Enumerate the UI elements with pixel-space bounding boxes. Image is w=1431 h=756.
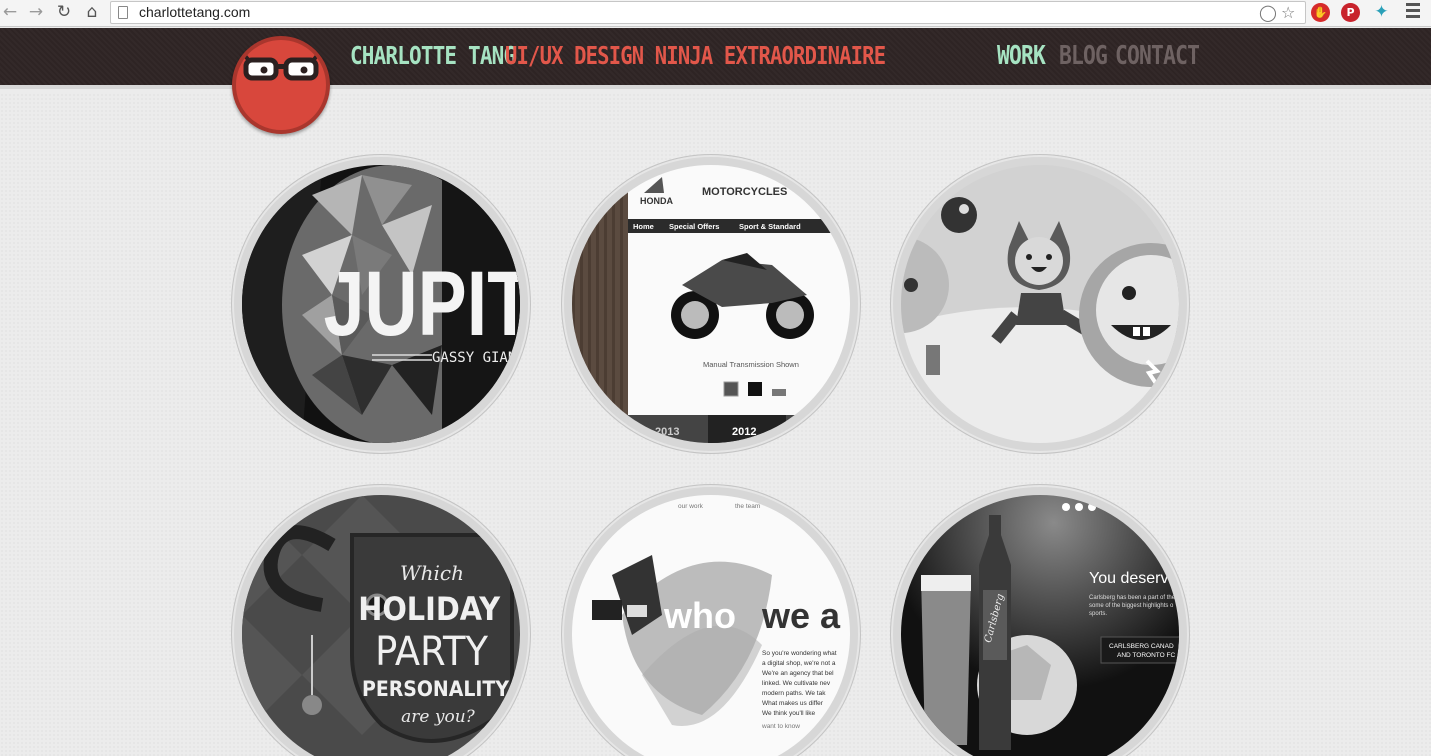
- who-nav-team: the team: [735, 503, 760, 510]
- nav-work[interactable]: WORK: [997, 41, 1046, 71]
- who-nav-work: our work: [678, 503, 704, 510]
- menu-icon[interactable]: [1406, 3, 1420, 19]
- honda-nav-home: Home: [633, 222, 654, 231]
- adblock-icon[interactable]: ✋: [1311, 3, 1330, 22]
- carlsberg-button-1: CARLSBERG CANAD: [1109, 643, 1174, 650]
- who-copy-7: We think you'll like: [762, 710, 816, 717]
- who-copy-8: want to know: [761, 723, 800, 730]
- glasses-icon: [238, 48, 324, 81]
- portfolio-item-holiday-party[interactable]: Which HOLIDAY PARTY PERSONALITY are you?: [231, 484, 531, 756]
- reload-icon[interactable]: ↻: [54, 2, 74, 22]
- carlsberg-copy-1: Carlsberg has been a part of the: [1089, 595, 1176, 601]
- who-copy-2: a digital shop, we're not a: [762, 660, 836, 667]
- portfolio-item-jupiter[interactable]: JUPIT GASSY GIANTS: [231, 154, 531, 454]
- honda-year-2013: 2013: [655, 426, 679, 438]
- star-icon[interactable]: ☆: [1281, 3, 1295, 22]
- who-copy-1: So you're wondering what: [762, 650, 837, 657]
- holiday-holiday: HOLIDAY: [358, 592, 501, 629]
- site-header: CHARLOTTE TANG UI/UX DESIGN NINJA EXTRAO…: [0, 28, 1431, 134]
- honda-logo-text: HONDA: [640, 196, 673, 206]
- brand-name: CHARLOTTE TANG: [350, 41, 516, 70]
- who-title-who: who: [663, 595, 736, 636]
- page-icon: [118, 6, 128, 19]
- honda-year-2012: 2012: [732, 426, 756, 438]
- holiday-personality: PERSONALITY: [362, 676, 510, 701]
- holiday-are-you: are you?: [401, 707, 476, 727]
- jupiter-thumbnail: JUPIT GASSY GIANTS: [242, 165, 520, 443]
- characters-thumbnail: [901, 165, 1179, 443]
- address-bar[interactable]: charlottetang.com ◯ ☆: [110, 1, 1306, 24]
- carlsberg-button-2: AND TORONTO FC: [1117, 652, 1175, 659]
- nav-blog[interactable]: BLOG: [1059, 41, 1108, 71]
- carlsberg-thumbnail: Carlsberg You deserve Carlsberg has been…: [901, 495, 1179, 756]
- logo[interactable]: [232, 36, 330, 134]
- holiday-party-thumbnail: Which HOLIDAY PARTY PERSONALITY are you?: [242, 495, 520, 756]
- honda-thumbnail: HONDA MOTORCYCLES Home Special Offers Sp…: [572, 165, 850, 443]
- honda-motorcycles: MOTORCYCLES: [702, 186, 787, 198]
- who-copy-6: What makes us differ: [762, 700, 824, 707]
- browser-toolbar: ← → ↻ ⌂ charlottetang.com ◯ ☆ ✋ P ✦: [0, 0, 1431, 27]
- extension-icon[interactable]: ✦: [1372, 3, 1391, 22]
- pinterest-icon[interactable]: P: [1341, 3, 1360, 22]
- who-title-we: we a: [761, 595, 841, 636]
- nav-contact[interactable]: CONTACT: [1115, 41, 1200, 71]
- portfolio-item-honda[interactable]: HONDA MOTORCYCLES Home Special Offers Sp…: [561, 154, 861, 454]
- portfolio-grid: JUPIT GASSY GIANTS HONDA MOTORCYCLES Hom…: [0, 93, 1431, 756]
- honda-nav-offers: Special Offers: [669, 222, 719, 231]
- back-icon[interactable]: ←: [0, 2, 20, 22]
- carlsberg-headline: You deserve: [1089, 570, 1177, 587]
- portfolio-item-carlsberg[interactable]: Carlsberg You deserve Carlsberg has been…: [890, 484, 1190, 756]
- portfolio-item-who-we-are[interactable]: our work the team who we a So you're won…: [561, 484, 861, 756]
- brand-tagline: UI/UX DESIGN NINJA EXTRAORDINAIRE: [505, 41, 886, 70]
- shield-icon[interactable]: ◯: [1259, 3, 1277, 22]
- jupiter-title: JUPIT: [324, 252, 520, 355]
- url-text[interactable]: charlottetang.com: [139, 4, 250, 20]
- honda-caption: Manual Transmission Shown: [703, 360, 799, 369]
- who-copy-4: linked. We cultivate nev: [762, 680, 831, 687]
- forward-icon[interactable]: →: [26, 2, 46, 22]
- jupiter-subtitle: GASSY GIANTS: [432, 350, 520, 366]
- carlsberg-copy-2: some of the biggest highlights o: [1089, 603, 1174, 609]
- holiday-which: Which: [400, 561, 464, 585]
- carlsberg-copy-3: sports.: [1089, 611, 1107, 617]
- home-icon[interactable]: ⌂: [82, 2, 102, 22]
- who-copy-3: We're an agency that bel: [762, 670, 834, 677]
- who-we-are-thumbnail: our work the team who we a So you're won…: [572, 495, 850, 756]
- honda-nav-sport: Sport & Standard: [739, 222, 801, 231]
- portfolio-item-characters[interactable]: [890, 154, 1190, 454]
- who-copy-5: modern paths. We tak: [762, 690, 826, 697]
- holiday-party: PARTY: [375, 629, 488, 676]
